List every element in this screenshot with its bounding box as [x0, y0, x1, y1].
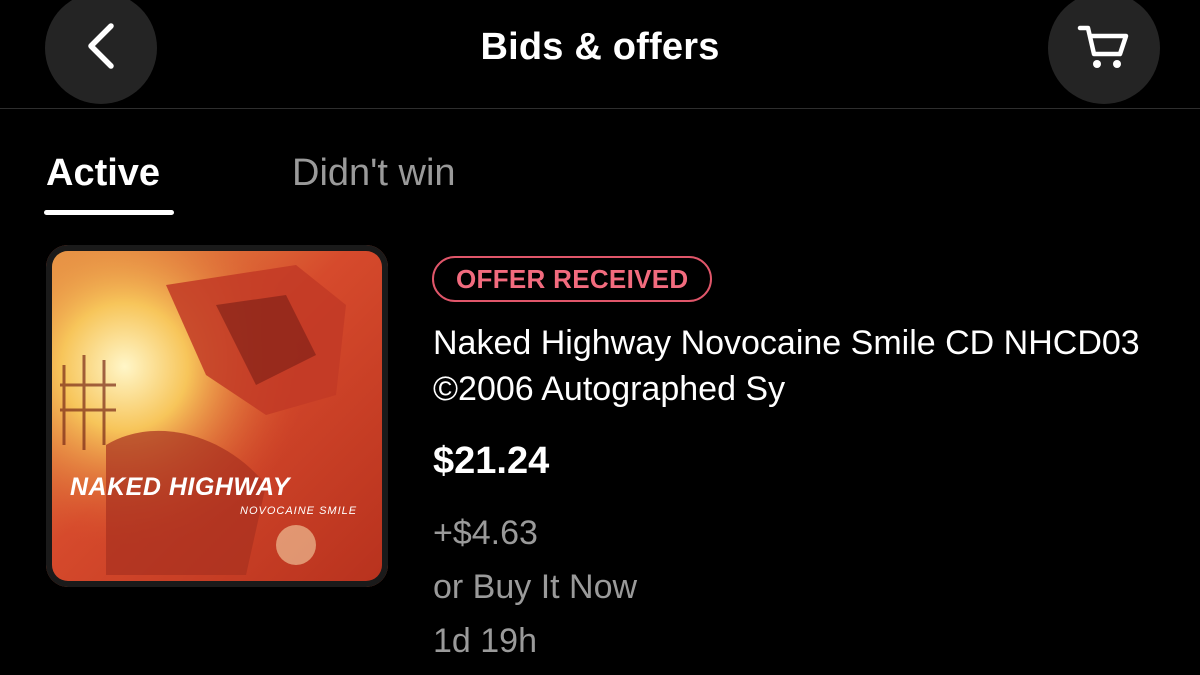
item-thumbnail[interactable]: NAKED HIGHWAY NOVOCAINE SMILE [46, 245, 388, 587]
top-bar: Bids & offers [0, 0, 1200, 109]
buy-it-now-text: or Buy It Now [433, 568, 638, 606]
tab-active[interactable]: Active [46, 152, 160, 195]
cart-button[interactable] [1048, 0, 1160, 104]
active-tab-indicator [44, 210, 174, 215]
tab-bar: Active Didn't win [0, 108, 1200, 220]
tab-didnt-win[interactable]: Didn't win [292, 152, 456, 195]
shipping-cost: +$4.63 [433, 514, 538, 552]
album-name-text: NOVOCAINE SMILE [240, 505, 358, 517]
item-price: $21.24 [433, 440, 550, 482]
album-artist-text: NAKED HIGHWAY [70, 473, 290, 501]
page-title: Bids & offers [480, 26, 720, 68]
offer-received-badge: OFFER RECEIVED [432, 256, 713, 302]
item-title[interactable]: Naked Highway Novocaine Smile CD NHCD03 … [433, 320, 1153, 412]
cart-icon [1076, 18, 1132, 79]
album-cover-image [46, 245, 388, 587]
time-left: 1d 19h [433, 622, 537, 660]
